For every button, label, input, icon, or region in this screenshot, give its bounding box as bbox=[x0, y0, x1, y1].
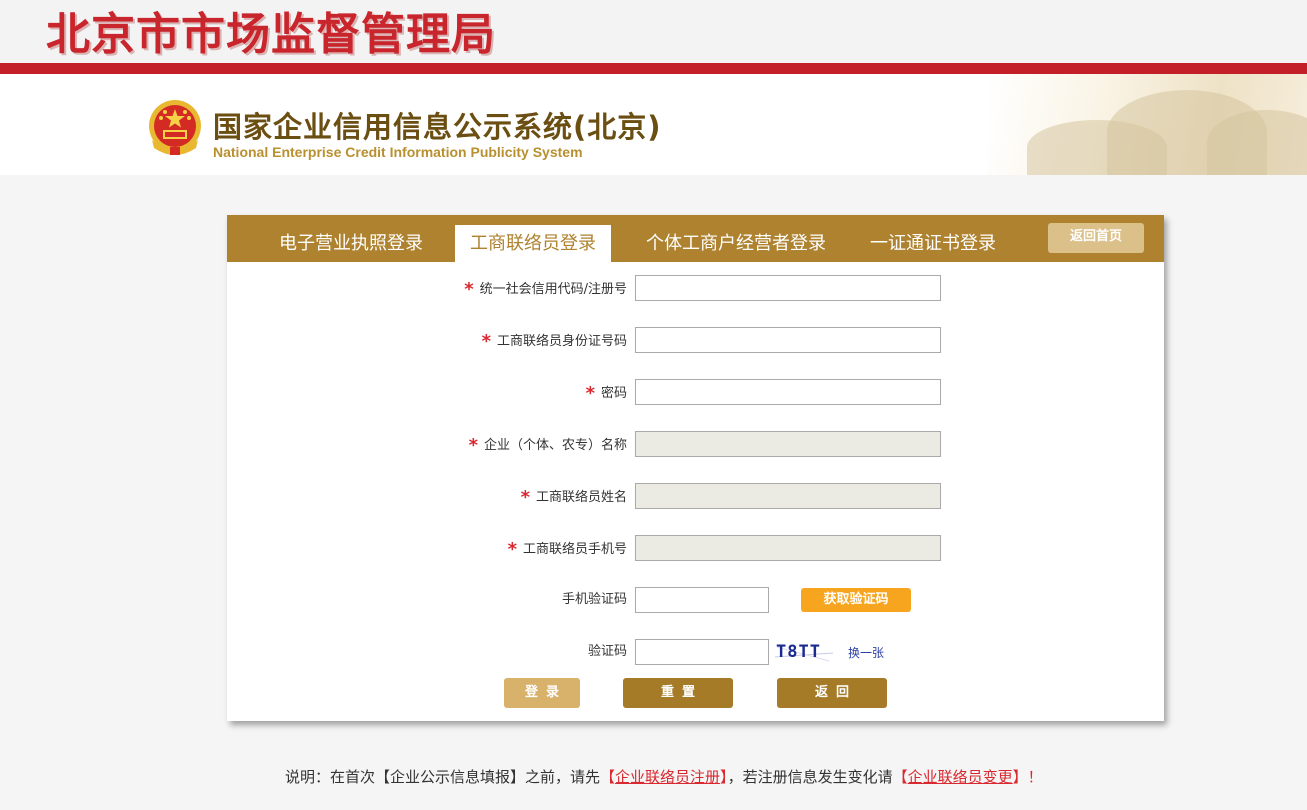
tab-certificate-login[interactable]: 一证通证书登录 bbox=[861, 225, 1005, 262]
mountain-decoration bbox=[987, 74, 1307, 175]
get-sms-code-button[interactable]: 获取验证码 bbox=[801, 588, 911, 612]
form-row-credit-code: * 统一社会信用代码/注册号 bbox=[227, 275, 1164, 301]
liaison-id-label: * 工商联络员身份证号码 bbox=[481, 331, 627, 352]
form-row-captcha: 验证码 T8TT 换一张 bbox=[227, 639, 1164, 665]
tab-bar: 电子营业执照登录 工商联络员登录 个体工商户经营者登录 一证通证书登录 返回首页 bbox=[227, 215, 1164, 262]
required-mark: * bbox=[520, 487, 530, 508]
footer-middle: ，若注册信息发生变化请 bbox=[727, 768, 893, 786]
top-banner: 北京市市场监督管理局 bbox=[0, 0, 1307, 63]
required-mark: * bbox=[585, 383, 595, 404]
captcha-label: 验证码 bbox=[587, 644, 627, 659]
credit-code-input[interactable] bbox=[635, 275, 941, 301]
login-button[interactable]: 登录 bbox=[504, 678, 580, 708]
tab-liaison-login[interactable]: 工商联络员登录 bbox=[455, 225, 611, 262]
bureau-title: 北京市市场监督管理局 bbox=[46, 9, 496, 60]
sms-code-label: 手机验证码 bbox=[561, 592, 627, 607]
captcha-input[interactable] bbox=[635, 639, 769, 665]
tab-individual-business-login[interactable]: 个体工商户经营者登录 bbox=[631, 225, 841, 262]
liaison-phone-label: * 工商联络员手机号 bbox=[507, 539, 627, 560]
required-mark: * bbox=[507, 539, 517, 560]
liaison-id-input[interactable] bbox=[635, 327, 941, 353]
system-title: 国家企业信用信息公示系统(北京) bbox=[213, 110, 662, 144]
login-panel: 电子营业执照登录 工商联络员登录 个体工商户经营者登录 一证通证书登录 返回首页… bbox=[227, 215, 1164, 721]
credit-code-label: * 统一社会信用代码/注册号 bbox=[464, 279, 627, 300]
national-emblem-icon bbox=[149, 100, 201, 155]
sms-code-input[interactable] bbox=[635, 587, 769, 613]
liaison-name-input bbox=[635, 483, 941, 509]
liaison-name-label: * 工商联络员姓名 bbox=[520, 487, 627, 508]
company-name-input bbox=[635, 431, 941, 457]
form-row-password: * 密码 bbox=[227, 379, 1164, 405]
refresh-captcha-link[interactable]: 换一张 bbox=[848, 644, 884, 661]
back-button[interactable]: 返回 bbox=[777, 678, 887, 708]
footer-note: 说明：在首次【企业公示信息填报】之前，请先【企业联络员注册】，若注册信息发生变化… bbox=[285, 768, 1043, 786]
tab-e-license-login[interactable]: 电子营业执照登录 bbox=[267, 225, 435, 262]
system-header: 国家企业信用信息公示系统(北京) National Enterprise Cre… bbox=[0, 74, 1307, 175]
return-home-button[interactable]: 返回首页 bbox=[1048, 223, 1144, 253]
red-divider-bar bbox=[0, 63, 1307, 74]
liaison-register-link[interactable]: 企业联络员注册 bbox=[615, 768, 720, 786]
liaison-change-link[interactable]: 企业联络员变更 bbox=[908, 768, 1013, 786]
captcha-text: T8TT bbox=[776, 642, 821, 662]
form-row-liaison-name: * 工商联络员姓名 bbox=[227, 483, 1164, 509]
form-row-company-name: * 企业（个体、农专）名称 bbox=[227, 431, 1164, 457]
required-mark: * bbox=[481, 331, 491, 352]
required-mark: * bbox=[468, 435, 478, 456]
password-input[interactable] bbox=[635, 379, 941, 405]
system-subtitle: National Enterprise Credit Information P… bbox=[213, 144, 583, 160]
form-row-liaison-id: * 工商联络员身份证号码 bbox=[227, 327, 1164, 353]
reset-button[interactable]: 重置 bbox=[623, 678, 733, 708]
password-label: * 密码 bbox=[585, 383, 627, 404]
footer-prefix: 说明：在首次【企业公示信息填报】之前，请先 bbox=[285, 768, 601, 786]
liaison-phone-input bbox=[635, 535, 941, 561]
required-mark: * bbox=[464, 279, 474, 300]
company-name-label: * 企业（个体、农专）名称 bbox=[468, 435, 627, 456]
form-row-sms-code: 手机验证码 获取验证码 bbox=[227, 587, 1164, 613]
form-row-liaison-phone: * 工商联络员手机号 bbox=[227, 535, 1164, 561]
captcha-image[interactable]: T8TT bbox=[773, 639, 835, 665]
